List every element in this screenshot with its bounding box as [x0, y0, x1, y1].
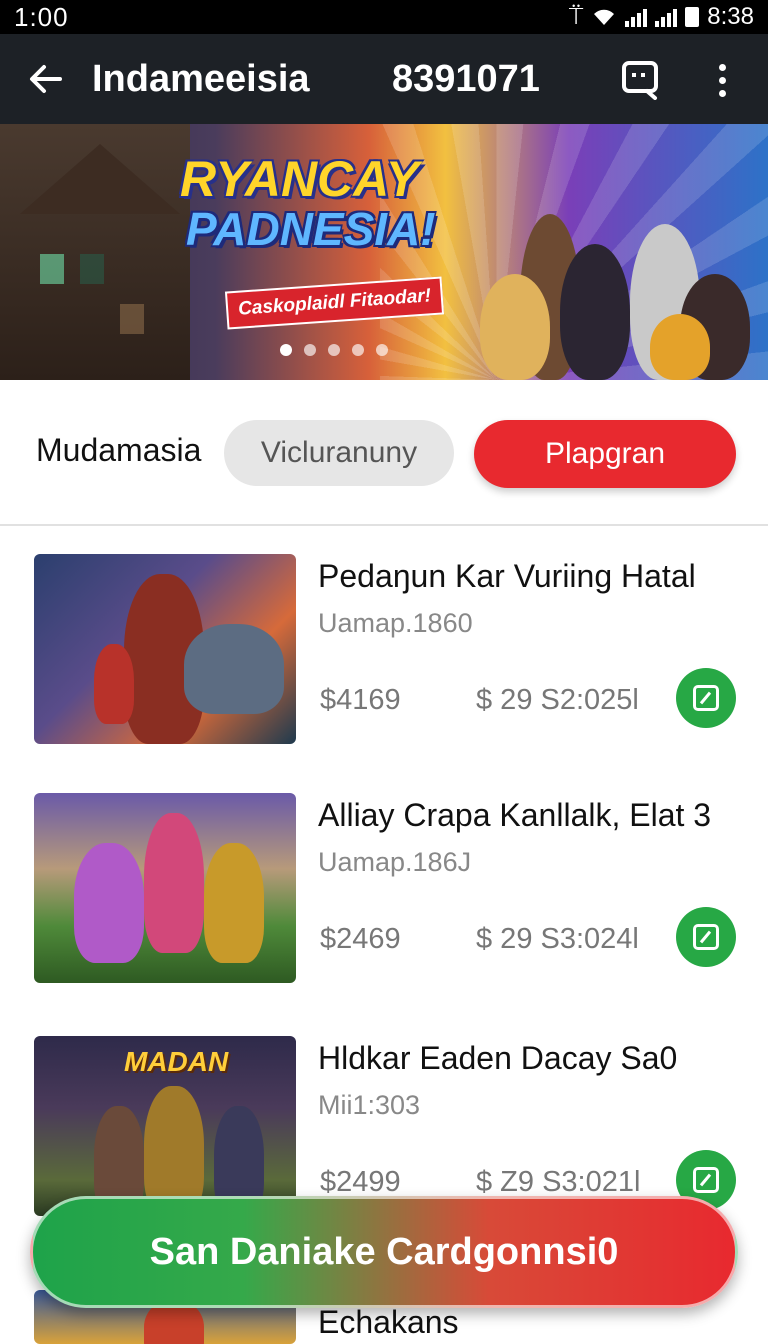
chat-search-icon — [622, 61, 658, 100]
item-price: $2499 — [320, 1166, 401, 1198]
nfc-icon: ⍡ — [568, 3, 584, 30]
edit-icon — [693, 685, 719, 711]
list-item[interactable]: Alliay Crapa Kanllalk, Elat 3 Uamap.186J… — [0, 793, 768, 1023]
item-title: Hldkar Eaden Dacay Sa0 — [318, 1040, 678, 1076]
item-edit-button[interactable] — [676, 668, 736, 728]
item-subtitle: Uamap.1860 — [318, 608, 473, 638]
item-thumbnail — [34, 793, 296, 983]
item-thumbnail: MADAN — [34, 1036, 296, 1216]
banner-characters-art — [420, 204, 768, 380]
carousel-dots[interactable] — [280, 344, 388, 356]
item-title: Echakans — [318, 1304, 459, 1340]
item-meta: $ Z9 S3:021l — [476, 1166, 641, 1198]
item-subtitle: Mii1:303 — [318, 1090, 421, 1120]
back-button[interactable] — [0, 34, 92, 124]
chat-search-button[interactable] — [614, 56, 668, 104]
filter-chip-secondary[interactable]: Vicluranuny — [224, 420, 454, 486]
filter-label: Mudamasia — [36, 432, 202, 468]
item-title: Alliay Crapa Kanllalk, Elat 3 — [318, 797, 712, 833]
signal-icon — [625, 7, 648, 27]
wifi-icon — [594, 9, 615, 25]
more-options-button[interactable] — [700, 54, 744, 106]
arrow-left-icon — [30, 65, 62, 93]
status-bar: 1:00 ⍡ 8:38 — [0, 0, 768, 34]
banner-house-art — [0, 124, 190, 380]
edit-icon — [693, 1167, 719, 1193]
header-count: 8391071 — [392, 57, 540, 100]
banner-title-line2: PADNESIA! — [186, 203, 436, 255]
list-item[interactable]: Pedaŋun Kar Vuriing Hatal Uamap.1860 $41… — [0, 554, 768, 784]
carousel-dot[interactable] — [304, 344, 316, 356]
item-title: Pedaŋun Kar Vuriing Hatal — [318, 558, 696, 594]
page-title: Indameeisia — [92, 57, 310, 100]
banner-title-line1: RYANCAY — [180, 151, 419, 207]
item-price: $4169 — [320, 684, 401, 716]
battery-icon — [685, 7, 700, 27]
cta-button[interactable]: San Daniake Cardgonnsi0 — [30, 1196, 738, 1308]
more-vert-icon — [718, 63, 726, 71]
carousel-dot[interactable] — [328, 344, 340, 356]
item-price: $2469 — [320, 923, 401, 955]
carousel-dot[interactable] — [376, 344, 388, 356]
status-icons: ⍡ 8:38 — [569, 3, 754, 31]
edit-icon — [693, 924, 719, 950]
status-clock: 8:38 — [707, 3, 754, 30]
thumb-caption: MADAN — [124, 1046, 229, 1077]
carousel-dot[interactable] — [280, 344, 292, 356]
item-meta: $ 29 S3:024l — [476, 923, 639, 955]
item-thumbnail — [34, 554, 296, 744]
carousel-dot[interactable] — [352, 344, 364, 356]
status-time: 1:00 — [14, 1, 69, 32]
item-edit-button[interactable] — [676, 907, 736, 967]
filter-chip-primary[interactable]: Plapgran — [474, 420, 736, 488]
item-subtitle: Uamap.186J — [318, 847, 472, 877]
app-bar: Indameeisia 8391071 — [0, 34, 768, 124]
signal-icon-2 — [655, 7, 678, 27]
filter-row: Mudamasia Vicluranuny Plapgran — [0, 380, 768, 526]
item-meta: $ 29 S2:025l — [476, 684, 639, 716]
